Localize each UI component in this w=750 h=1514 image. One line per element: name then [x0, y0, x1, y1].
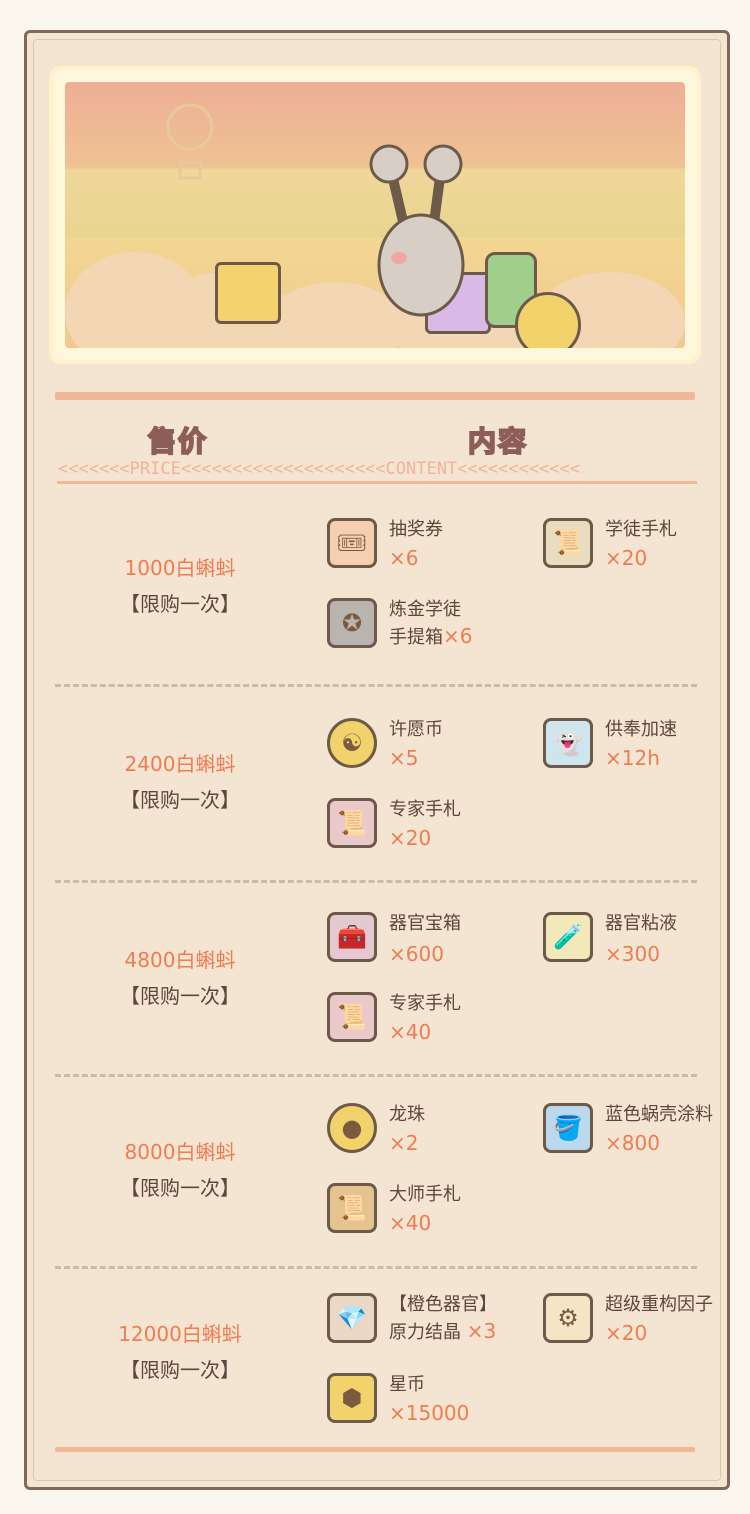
factor-icon: ⚙	[543, 1293, 593, 1343]
tier-limit: 【限购一次】	[120, 984, 240, 1008]
vial-icon: 🧪	[543, 912, 593, 962]
content-header: 内容	[467, 424, 529, 459]
tier-limit: 【限购一次】	[120, 1176, 240, 1200]
tier-price: 2400白蝌蚪	[124, 752, 236, 776]
tier-price: 1000白蝌蚪	[124, 556, 236, 580]
tier-separator	[55, 880, 697, 883]
column-divider: <<<<<<<PRICE<<<<<<<<<<<<<<<<<<<<CONTENT<…	[58, 459, 580, 479]
briefcase-icon: ✪	[327, 598, 377, 648]
tier-separator	[55, 1074, 697, 1077]
scroll-icon: 📜	[543, 518, 593, 568]
tier-limit: 【限购一次】	[120, 592, 240, 616]
ticket-icon: 🎟	[327, 518, 377, 568]
crystal-icon: 💎	[327, 1293, 377, 1343]
tier-separator	[55, 1266, 697, 1269]
tier-price: 12000白蝌蚪	[118, 1322, 242, 1346]
price-header: 售价	[147, 424, 209, 459]
tier-separator	[55, 684, 697, 687]
tier-price: 4800白蝌蚪	[124, 948, 236, 972]
coin-icon: ☯	[327, 718, 377, 768]
ghost-icon: 👻	[543, 718, 593, 768]
tier-limit: 【限购一次】	[120, 1358, 240, 1382]
dragon-pearl-icon: ●	[327, 1103, 377, 1153]
tier-limit: 【限购一次】	[120, 788, 240, 812]
top-divider-bar	[55, 392, 695, 400]
expert-scroll-icon: 📜	[327, 798, 377, 848]
snail-mascot-icon	[369, 144, 465, 317]
tier-price: 8000白蝌蚪	[124, 1140, 236, 1164]
paint-bucket-icon: 🪣	[543, 1103, 593, 1153]
star-coin-icon: ⬢	[327, 1373, 377, 1423]
shop-banner	[53, 70, 697, 360]
master-scroll-icon: 📜	[327, 1183, 377, 1233]
expert-scroll-icon: 📜	[327, 992, 377, 1042]
bottom-divider-bar	[55, 1447, 695, 1452]
chest-icon: 🧰	[327, 912, 377, 962]
